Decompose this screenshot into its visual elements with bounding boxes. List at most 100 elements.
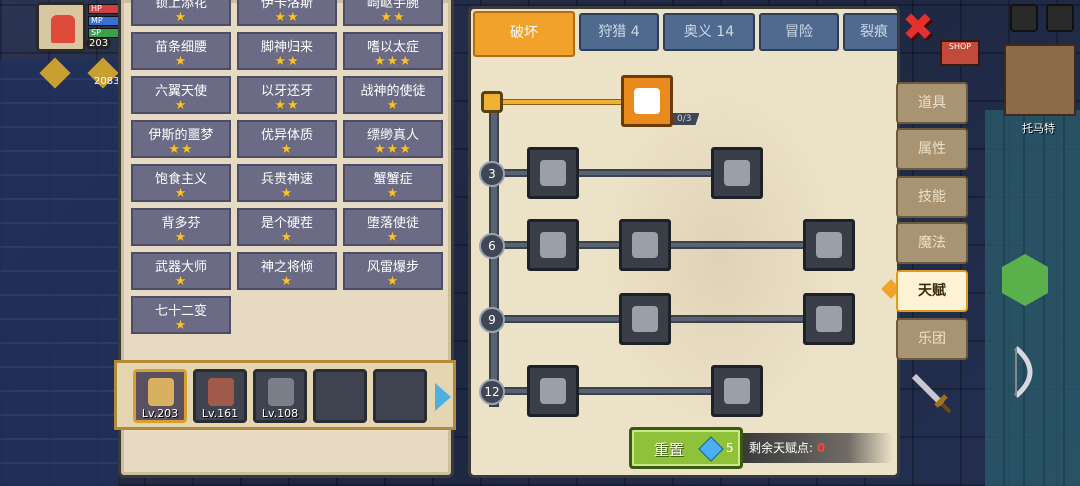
talent-item[interactable]: 风雷爆步 ★ [343,252,443,290]
talent-stars: ★★ [380,10,406,25]
talent-stars: ★ [386,186,400,201]
remaining-label: 剩余天赋点: [749,441,814,455]
empty-character-slot[interactable] [373,369,427,423]
gold-icon [39,57,71,89]
tab-hunt[interactable]: 狩猎 4 [579,13,659,51]
character-level: Lv.203 [141,407,179,420]
tab-mystery[interactable]: 奥义 14 [663,13,755,51]
side-tab-attributes[interactable]: 属性 [896,128,968,170]
gold-amount: 2083 [94,76,120,87]
talent-item[interactable]: 伊斯的噩梦 ★★ [131,120,231,158]
talent-item[interactable]: 嗜以太症 ★★★ [343,32,443,70]
sword-icon[interactable] [908,370,952,414]
talent-stars: ★ [280,142,294,157]
character-slot[interactable]: Lv.161 [193,369,247,423]
talent-item[interactable]: 背多芬 ★ [131,208,231,246]
bat-icon [816,306,842,332]
talent-stars: ★ [174,186,188,201]
side-tab-band[interactable]: 乐团 [896,318,968,360]
talent-stars: ★★ [168,142,194,157]
talent-item[interactable]: 神之将倾 ★ [237,252,337,290]
bow-icon[interactable] [1010,344,1046,400]
talent-item[interactable]: 缥缈真人 ★★★ [343,120,443,158]
cards-icon [540,232,566,258]
talent-name: 饱食主义 [154,172,207,187]
tree-root-node [481,91,503,113]
talent-tree-panel: 破坏 狩猎 4 奥义 14 冒险 裂痕 3 6 9 12 0/3 重置 5 剩余… [468,6,900,478]
character-slot[interactable]: Lv.108 [253,369,307,423]
talent-item[interactable]: 优异体质 ★ [237,120,337,158]
talent-stars: ★ [174,318,188,333]
talent-name: 优异体质 [260,128,313,143]
talent-node-slash[interactable] [803,219,855,271]
talent-node-arrow[interactable] [711,147,763,199]
talent-item[interactable]: 蟹蟹症 ★ [343,164,443,202]
side-tab-talent[interactable]: 天赋 [896,270,968,312]
player-level: 203 [86,38,112,49]
character-portrait [148,378,174,406]
root-branch [499,99,623,105]
talent-item[interactable]: 崎岖手腕 ★★ [343,0,443,26]
talent-stars: ★ [174,10,188,25]
talent-item[interactable]: 苗条细腰 ★ [131,32,231,70]
talent-stars: ★★ [274,98,300,113]
reset-talents-button[interactable]: 重置 5 [629,427,743,469]
talent-item[interactable]: 堕落使徒 ★ [343,208,443,246]
talent-node-gauntlet[interactable] [711,365,763,417]
talent-node-fist[interactable] [527,365,579,417]
talent-name: 风雷爆步 [366,260,419,275]
network-icon[interactable] [1010,4,1038,32]
level-badge-9: 9 [479,307,505,333]
talent-item[interactable]: 锁上添花 ★ [131,0,231,26]
talent-node-orb[interactable] [619,293,671,345]
talent-stars: ★ [280,274,294,289]
talent-node-punch[interactable] [619,219,671,271]
side-tab-skills[interactable]: 技能 [896,176,968,218]
tab-destroy[interactable]: 破坏 [473,11,575,57]
side-tab-magic[interactable]: 魔法 [896,222,968,264]
talent-item[interactable]: 是个硬茬 ★ [237,208,337,246]
minimap[interactable] [1004,44,1076,116]
talent-name: 脚神归来 [260,40,313,55]
sword-slash-icon [816,232,842,258]
tab-rift[interactable]: 裂痕 [843,13,897,51]
talent-name: 嗜以太症 [366,40,419,55]
arrow-hit-icon [724,160,750,186]
ripple-orb-icon [632,306,658,332]
next-arrow-icon[interactable] [435,383,451,411]
talent-stars: ★★ [274,10,300,25]
talent-item[interactable]: 七十二变 ★ [131,296,231,334]
talent-node-body[interactable] [527,147,579,199]
talent-stars: ★ [174,230,188,245]
talent-item[interactable]: 六翼天使 ★ [131,76,231,114]
talent-item[interactable]: 脚神归来 ★★ [237,32,337,70]
talent-stars: ★ [386,98,400,113]
character-slot[interactable]: Lv.203 [133,369,187,423]
talent-name: 兵贵神速 [260,172,313,187]
tab-adventure[interactable]: 冒险 [759,13,839,51]
talent-node-cards[interactable] [527,219,579,271]
talent-node-arm-wrestle[interactable] [621,75,673,127]
talent-grid: 锁上添花 ★ 伊卡洛斯 ★★ 崎岖手腕 ★★ 苗条细腰 ★ 脚神归来 ★★ 嗜以太症 ★★★ 六翼天使 ★… [131,0,443,334]
talent-stars: ★ [386,230,400,245]
talent-item[interactable]: 战神的使徒 ★ [343,76,443,114]
talent-item[interactable]: 兵贵神速 ★ [237,164,337,202]
player-avatar[interactable] [36,2,86,52]
talent-node-bat[interactable] [803,293,855,345]
close-icon[interactable]: ✖ [900,8,936,46]
talent-item[interactable]: 以牙还牙 ★★ [237,76,337,114]
side-tab-items[interactable]: 道具 [896,82,968,124]
talent-item[interactable]: 伊卡洛斯 ★★ [237,0,337,26]
talent-name: 是个硬茬 [260,216,313,231]
reset-label: 重置 [654,441,685,459]
talent-stars: ★★★ [374,54,412,69]
talent-item[interactable]: 武器大师 ★ [131,252,231,290]
talent-item[interactable]: 饱食主义 ★ [131,164,231,202]
remaining-count: 0 [816,441,826,455]
player-hud: HP MP SP 96581 203 2083 [36,2,149,92]
empty-character-slot[interactable] [313,369,367,423]
punch-icon [632,232,658,258]
fist-icon [540,378,566,404]
exit-icon[interactable] [1046,4,1074,32]
talent-name: 伊斯的噩梦 [148,128,214,143]
